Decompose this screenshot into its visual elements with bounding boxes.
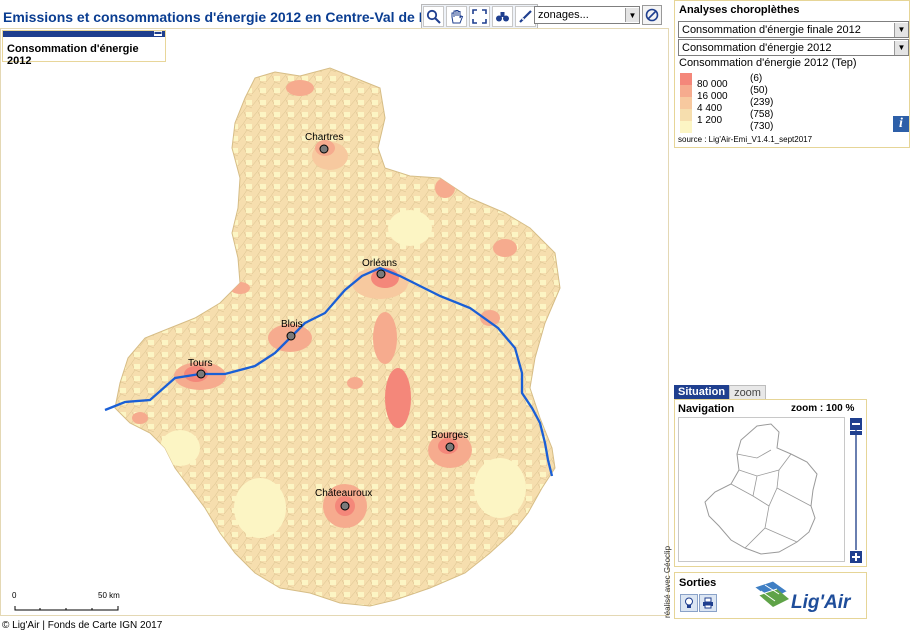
analysis-title: Analyses choroplèthes [679, 4, 800, 16]
city-label-bourges: Bourges [431, 430, 468, 441]
clear-icon[interactable] [642, 5, 662, 25]
full-extent-icon[interactable] [469, 6, 490, 27]
legend-swatch-5 [680, 121, 692, 133]
navigation-title: Navigation [678, 403, 735, 415]
lightbulb-icon[interactable] [680, 594, 698, 612]
map-credit: © Lig'Air | Fonds de Carte IGN 2017 [2, 620, 163, 631]
scale-bar: 0 50 km [12, 591, 120, 611]
legend-swatch-2 [680, 85, 692, 97]
map-canvas[interactable]: Chartres Orléans Blois Tours Bourges Châ… [0, 28, 669, 618]
legend-swatch-3 [680, 97, 692, 109]
legend-label-4: 1 200 [697, 115, 723, 126]
legend-count-2: (50) [750, 85, 768, 96]
layer-box-header: ▬ [3, 29, 165, 37]
analysis-panel: Analyses choroplèthes Consommation d'éne… [674, 0, 910, 148]
info-icon[interactable]: i [893, 116, 909, 132]
choropleth-region[interactable] [114, 67, 561, 607]
data-source: source : Lig'Air-Emi_V1.4.1_sept2017 [678, 135, 813, 144]
zonages-select-value: zonages... [538, 9, 589, 21]
tab-situation[interactable]: Situation [674, 385, 730, 399]
legend-count-3: (239) [750, 97, 774, 108]
city-label-orleans: Orléans [362, 258, 397, 269]
ligair-logo: Lig'Air [753, 577, 865, 615]
legend-swatch-1 [680, 73, 692, 85]
tab-zoom[interactable]: zoom [729, 385, 766, 400]
scale-start: 0 [12, 591, 17, 600]
variable-select[interactable]: Consommation d'énergie 2012 ▼ [678, 39, 909, 56]
zoom-level: zoom : 100 % [791, 403, 855, 414]
legend-swatch-4 [680, 109, 692, 121]
indicator-select[interactable]: Consommation d'énergie finale 2012 ▼ [678, 21, 909, 38]
legend-count-1: (6) [750, 73, 763, 84]
indicator-select-value: Consommation d'énergie finale 2012 [682, 23, 861, 36]
legend-title: Consommation d'énergie 2012 (Tep) [679, 57, 857, 69]
city-label-chartres: Chartres [305, 132, 343, 143]
legend-label-3: 4 400 [697, 103, 723, 114]
pan-hand-icon[interactable] [446, 6, 467, 27]
sorties-title: Sorties [679, 577, 717, 589]
measure-icon[interactable] [515, 6, 536, 27]
binoculars-icon[interactable] [492, 6, 513, 27]
ligair-logo-text: Lig'Air [791, 592, 852, 613]
sorties-panel: Sorties Lig'Air [674, 572, 867, 619]
zoom-slider[interactable] [849, 418, 863, 563]
layer-box-label: Consommation d'énergie 2012 [7, 43, 139, 67]
variable-select-value: Consommation d'énergie 2012 [682, 41, 832, 54]
legend-count-4: (758) [750, 109, 774, 120]
legend-label-2: 16 000 [697, 91, 728, 102]
chevron-down-icon[interactable]: ▼ [894, 40, 908, 55]
navigation-panel: Navigation zoom : 100 % [674, 399, 867, 567]
layer-box: ▬ Consommation d'énergie 2012 [2, 29, 166, 67]
city-label-chateauroux: Châteauroux [315, 488, 372, 499]
page-title: Emissions et consommations d'énergie 201… [3, 9, 453, 25]
scale-end: 50 km [98, 591, 120, 600]
chevron-down-icon[interactable]: ▼ [894, 22, 908, 37]
minimize-icon[interactable]: ▬ [154, 29, 162, 36]
city-label-tours: Tours [188, 358, 212, 369]
print-icon[interactable] [699, 594, 717, 612]
overview-map[interactable] [678, 417, 845, 562]
situation-tabs: Situation zoom [674, 385, 766, 400]
zoom-icon[interactable] [423, 6, 444, 27]
geoclip-note: réalisé avec Géoclip [663, 545, 672, 618]
chevron-down-icon[interactable]: ▼ [625, 8, 639, 22]
legend-label-1: 80 000 [697, 79, 728, 90]
map-toolbar [421, 4, 538, 30]
zonages-select[interactable]: zonages... ▼ [534, 6, 640, 24]
city-label-blois: Blois [281, 319, 303, 330]
legend-count-5: (730) [750, 121, 774, 132]
